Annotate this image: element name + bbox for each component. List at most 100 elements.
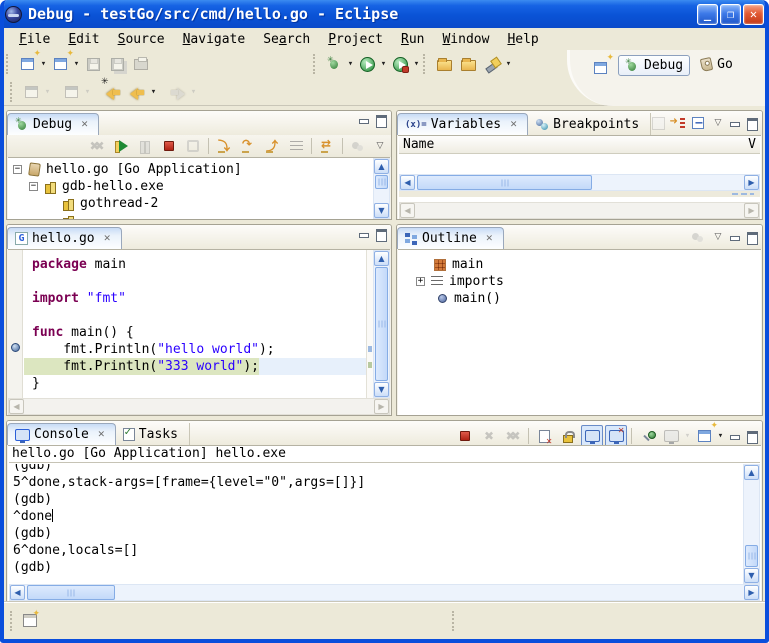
minimize-button[interactable]: _ [697,4,718,25]
code-line[interactable]: package main [24,256,366,273]
variables-hscrollbar[interactable] [399,174,760,191]
maximize-view-icon[interactable] [374,114,388,126]
menu-search[interactable]: Search [254,30,319,49]
scroll-left-icon[interactable] [10,585,25,600]
minimize-view-icon[interactable] [728,231,742,243]
tab-debug[interactable]: Debug [7,113,99,135]
code-line[interactable] [24,273,366,290]
close-icon[interactable] [483,232,496,245]
new-project-icon[interactable] [49,53,71,75]
scroll-lock-icon[interactable] [557,425,579,447]
title-bar[interactable]: Debug - testGo/src/cmd/hello.go - Eclips… [0,0,769,28]
console-output[interactable]: (gdb) 5^done,stack-args=[frame={level="0… [9,464,743,584]
toolbar-grip[interactable] [6,54,13,74]
close-icon[interactable] [95,428,108,441]
maximize-view-icon[interactable] [374,228,388,240]
menu-edit[interactable]: Edit [59,30,108,49]
code-line[interactable]: } [24,375,366,392]
use-step-filters-icon[interactable]: ⇄ [316,135,338,157]
outline-item-main-func[interactable]: main() [398,290,761,307]
minimize-view-icon[interactable] [728,117,742,129]
show-logical-structure-icon[interactable] [669,115,687,131]
debug-tree-item-partial[interactable] [8,212,373,219]
scroll-down-icon[interactable] [374,382,389,397]
scroll-up-icon[interactable] [374,251,389,266]
breakpoint-icon[interactable] [11,343,20,352]
open-console-icon[interactable] [693,425,715,447]
tab-tasks[interactable]: Tasks [116,423,190,445]
code-line[interactable]: func main() { [24,324,366,341]
menu-project[interactable]: Project [319,30,392,49]
view-menu-icon[interactable] [711,230,725,244]
step-over-icon[interactable]: ↷ [237,135,259,157]
clear-console-icon[interactable] [533,425,555,447]
fast-view-icon[interactable] [19,609,41,631]
terminate-icon[interactable] [454,425,476,447]
console-vscrollbar[interactable] [743,464,760,584]
maximize-view-icon[interactable] [745,117,759,129]
toolbar-grip[interactable] [10,82,17,102]
debug-tree-item-process[interactable]: gdb-hello.exe [8,178,373,195]
view-menu-icon[interactable] [711,116,725,130]
step-into-icon[interactable]: ⤵ [213,135,235,157]
close-icon[interactable] [78,118,91,131]
console-hscrollbar[interactable] [9,584,760,601]
variables-table[interactable] [399,154,760,174]
maximize-view-icon[interactable] [745,430,759,442]
minimize-view-icon[interactable] [357,228,371,240]
statusbar-grip[interactable] [452,611,459,631]
column-value[interactable]: V [748,137,756,152]
editor-overview-ruler[interactable] [366,250,373,398]
terminate-icon[interactable] [158,135,180,157]
close-icon[interactable] [507,118,520,131]
collapse-expander-icon[interactable] [13,165,22,174]
outline-item-package[interactable]: main [398,256,761,273]
collapse-expander-icon[interactable] [29,182,38,191]
resume-icon[interactable] [110,135,132,157]
eclipse-logo-icon[interactable] [5,6,22,23]
run-icon[interactable] [356,53,378,75]
scroll-down-icon[interactable] [744,568,759,583]
view-menu-icon[interactable] [373,139,387,153]
step-return-icon[interactable]: ⤴ [261,135,283,157]
scroll-up-icon[interactable] [744,465,759,480]
show-stderr-icon[interactable] [605,425,627,447]
tab-variables[interactable]: (x)= Variables [397,113,528,135]
debug-tree-item-launch[interactable]: hello.go [Go Application] [8,161,373,178]
scroll-up-icon[interactable] [374,159,389,174]
back-dropdown[interactable] [149,81,158,103]
statusbar-grip[interactable] [10,611,17,631]
menu-file[interactable]: File [10,30,59,49]
pin-console-icon[interactable] [636,425,658,447]
code-line[interactable] [24,307,366,324]
menu-run[interactable]: Run [392,30,433,49]
close-icon[interactable] [101,232,114,245]
scroll-right-icon[interactable] [744,175,759,190]
maximize-view-icon[interactable] [745,231,759,243]
tab-console[interactable]: Console [7,423,116,445]
editor-code-area[interactable]: package main import "fmt" func main() { … [24,250,366,398]
menu-navigate[interactable]: Navigate [174,30,255,49]
open-resource-icon[interactable] [457,53,479,75]
outline-item-imports[interactable]: imports [398,273,761,290]
last-edit-location-icon[interactable] [102,81,124,103]
expand-icon[interactable] [416,277,425,286]
tab-breakpoints[interactable]: Breakpoints [528,113,651,135]
external-tools-dropdown[interactable] [412,53,421,75]
toolbar-grip[interactable] [313,54,320,74]
debug-icon[interactable] [323,53,345,75]
menu-help[interactable]: Help [498,30,547,49]
editor-vscrollbar[interactable] [373,250,390,398]
close-button[interactable]: ✕ [743,4,764,25]
menu-window[interactable]: Window [433,30,498,49]
editor-annotation-ruler[interactable] [8,250,23,398]
tab-outline[interactable]: Outline [397,227,504,249]
open-type-icon[interactable] [433,53,455,75]
debug-tree-vscrollbar[interactable] [373,158,390,219]
minimize-view-icon[interactable] [728,430,742,442]
open-perspective-icon[interactable] [589,57,611,79]
column-name[interactable]: Name [403,137,434,152]
minimize-view-icon[interactable] [357,114,371,126]
toolbar-grip[interactable] [423,54,430,74]
maximize-button[interactable]: ❐ [720,4,741,25]
